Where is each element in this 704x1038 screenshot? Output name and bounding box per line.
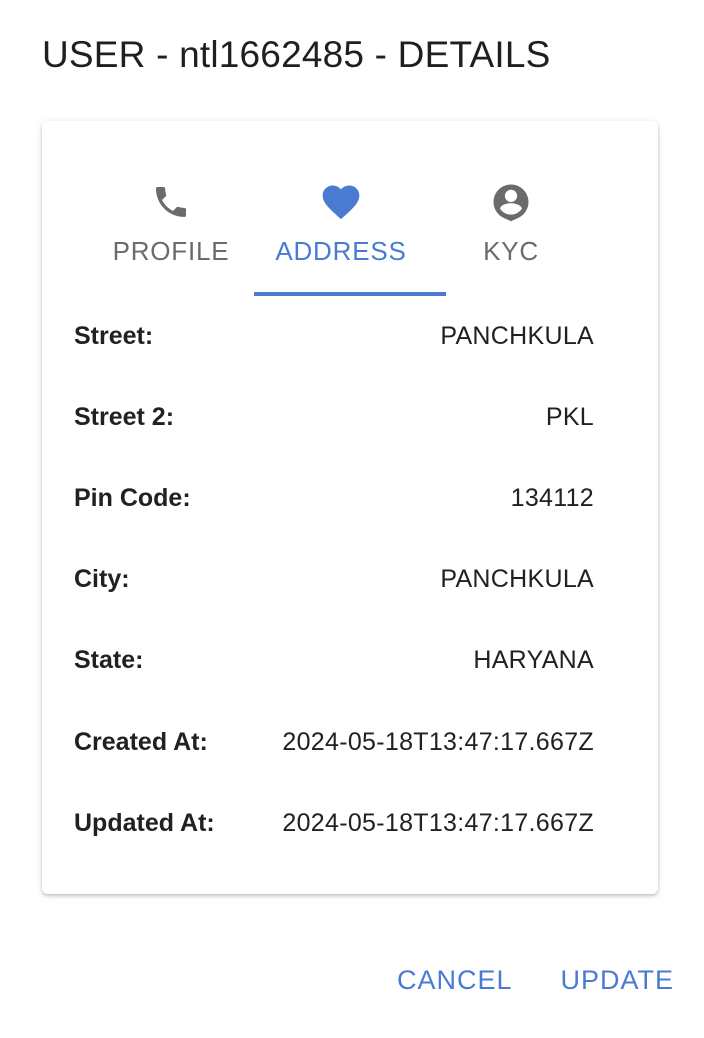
pincode-label: Pin Code: [74,483,191,512]
tab-profile-label: PROFILE [112,236,230,266]
phone-icon [149,180,193,224]
state-label: State: [74,645,144,674]
pincode-value: 134112 [510,483,594,512]
state-value: HARYANA [473,645,594,674]
state-row: State: HARYANA [74,640,594,680]
tab-kyc-label: KYC [483,236,539,266]
user-details-card: PROFILE ADDRESS KYC Street: PANCHKULA St… [42,121,658,894]
street-value: PANCHKULA [440,321,594,350]
created-at-value: 2024-05-18T13:47:17.667Z [282,727,594,756]
active-tab-indicator [254,292,446,296]
created-at-row: Created At: 2024-05-18T13:47:17.667Z [74,722,594,762]
city-value: PANCHKULA [440,564,594,593]
account-circle-icon [489,180,533,224]
pincode-row: Pin Code: 134112 [74,478,594,518]
updated-at-row: Updated At: 2024-05-18T13:47:17.667Z [74,803,594,843]
heart-icon [319,180,363,224]
tab-address[interactable]: ADDRESS [256,161,426,295]
street2-row: Street 2: PKL [74,397,594,437]
street2-label: Street 2: [74,402,175,431]
street2-value: PKL [545,402,594,431]
dialog-title: USER - ntl1662485 - DETAILS [42,34,551,75]
street-row: Street: PANCHKULA [74,316,594,356]
tab-bar: PROFILE ADDRESS KYC [86,161,596,295]
update-button[interactable]: UPDATE [560,965,674,996]
updated-at-label: Updated At: [74,808,215,837]
updated-at-value: 2024-05-18T13:47:17.667Z [282,808,594,837]
cancel-button[interactable]: CANCEL [397,965,513,996]
city-row: City: PANCHKULA [74,559,594,599]
street-label: Street: [74,321,154,350]
tab-profile[interactable]: PROFILE [86,161,256,295]
tab-address-label: ADDRESS [275,236,407,266]
dialog-actions: CANCEL UPDATE [397,965,674,996]
tab-kyc[interactable]: KYC [426,161,596,295]
created-at-label: Created At: [74,727,208,756]
city-label: City: [74,564,130,593]
